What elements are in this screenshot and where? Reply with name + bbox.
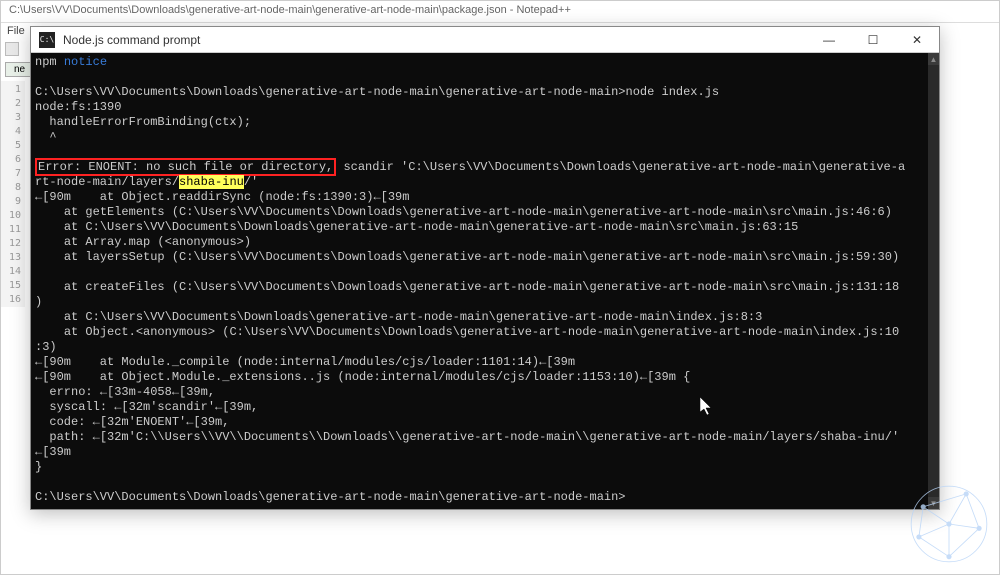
line-number: 9 [1,195,21,209]
output-text: at createFiles (C:\Users\VV\Documents\Do… [35,280,899,294]
output-text: code: ←[32m'ENOENT'←[39m, [35,415,229,429]
output-text: /' [244,175,258,189]
output-text: handleErrorFromBinding(ctx); [35,115,251,129]
notepadpp-gutter: 1 2 3 4 5 6 7 8 9 10 11 12 13 14 15 16 [1,81,25,307]
output-text: ^ [35,130,57,144]
output-text: ←[39m [35,445,71,459]
output-text: npm [35,55,64,69]
output-text: } [35,460,42,474]
output-text: syscall: ←[32m'scandir'←[39m, [35,400,258,414]
error-highlight-box: Error: ENOENT: no such file or directory… [35,158,336,176]
output-text: errno: ←[33m-4058←[39m, [35,385,215,399]
output-text: rt-node-main/layers/ [35,175,179,189]
cmd-title: Node.js command prompt [63,33,807,47]
globe-logo-icon [906,481,992,567]
output-text: scandir 'C:\Users\VV\Documents\Downloads… [336,160,905,174]
output-text: ←[90m at Object.readdirSync (node:fs:139… [35,190,409,204]
line-number: 4 [1,125,21,139]
highlighted-text: shaba-inu [179,175,244,189]
cmd-output[interactable]: npm notice C:\Users\VV\Documents\Downloa… [31,53,928,509]
output-text: :3) [35,340,57,354]
line-number: 15 [1,279,21,293]
output-text: C:\Users\VV\Documents\Downloads\generati… [35,85,719,99]
line-number: 8 [1,181,21,195]
cmd-titlebar[interactable]: C:\ Node.js command prompt — ☐ ✕ [31,27,939,53]
line-number: 16 [1,293,21,307]
output-text: notice [64,55,107,69]
line-number: 1 [1,83,21,97]
output-text: ←[90m at Object.Module._extensions..js (… [35,370,690,384]
line-number: 12 [1,237,21,251]
cmd-window: C:\ Node.js command prompt — ☐ ✕ npm not… [30,26,940,510]
output-text: path: ←[32m'C:\\Users\\VV\\Documents\\Do… [35,430,899,444]
minimize-button[interactable]: — [807,27,851,53]
output-text: ) [35,295,42,309]
line-number: 7 [1,167,21,181]
close-button[interactable]: ✕ [895,27,939,53]
output-text: ←[90m at Module._compile (node:internal/… [35,355,575,369]
line-number: 13 [1,251,21,265]
toolbar-button[interactable] [5,42,19,56]
output-text: at layersSetup (C:\Users\VV\Documents\Do… [35,250,899,264]
line-number: 10 [1,209,21,223]
line-number: 2 [1,97,21,111]
output-text: at C:\Users\VV\Documents\Downloads\gener… [35,220,798,234]
line-number: 3 [1,111,21,125]
line-number: 14 [1,265,21,279]
maximize-button[interactable]: ☐ [851,27,895,53]
output-text: at Array.map (<anonymous>) [35,235,251,249]
scrollbar[interactable]: ▲ ▼ [928,53,939,509]
output-text: at Object.<anonymous> (C:\Users\VV\Docum… [35,325,899,339]
cmd-icon: C:\ [39,32,55,48]
output-text: node:fs:1390 [35,100,121,114]
output-text: C:\Users\VV\Documents\Downloads\generati… [35,490,626,504]
line-number: 11 [1,223,21,237]
line-number: 5 [1,139,21,153]
output-text: at C:\Users\VV\Documents\Downloads\gener… [35,310,762,324]
output-text: at getElements (C:\Users\VV\Documents\Do… [35,205,892,219]
scroll-up-icon[interactable]: ▲ [928,53,939,65]
notepadpp-title: C:\Users\VV\Documents\Downloads\generati… [1,1,999,23]
line-number: 6 [1,153,21,167]
